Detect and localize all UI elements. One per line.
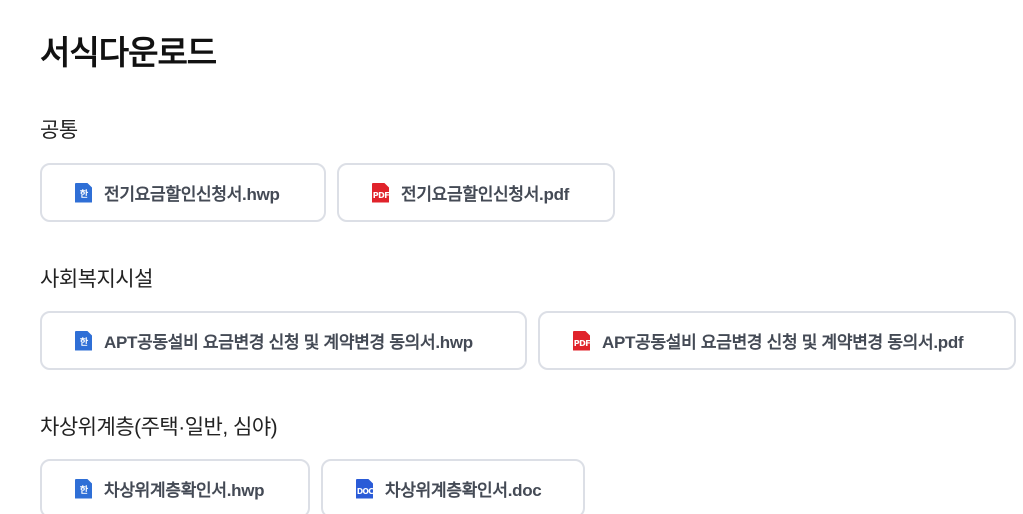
download-button-doc[interactable]: DOC 차상위계층확인서.doc [321,459,585,514]
doc-file-icon: DOC [355,478,375,499]
file-row-welfare-facility: 한 APT공동설비 요금변경 신청 및 계약변경 동의서.hwp PDF APT… [40,311,1016,370]
download-button-hwp[interactable]: 한 전기요금할인신청서.hwp [40,163,326,222]
file-row-near-poverty: 한 차상위계층확인서.hwp DOC 차상위계층확인서.doc [40,459,585,514]
pdf-file-icon: PDF [371,182,391,203]
download-button-label: 전기요금할인신청서.pdf [401,185,570,204]
download-button-label: 차상위계층확인서.doc [385,481,542,500]
download-button-pdf[interactable]: PDF APT공동설비 요금변경 신청 및 계약변경 동의서.pdf [538,311,1016,370]
download-button-label: APT공동설비 요금변경 신청 및 계약변경 동의서.pdf [602,333,964,352]
pdf-file-icon: PDF [572,330,592,351]
hwp-file-icon: 한 [74,182,94,203]
download-button-label: APT공동설비 요금변경 신청 및 계약변경 동의서.hwp [104,333,473,352]
download-button-hwp[interactable]: 한 APT공동설비 요금변경 신청 및 계약변경 동의서.hwp [40,311,527,370]
hwp-file-icon: 한 [74,330,94,351]
download-button-pdf[interactable]: PDF 전기요금할인신청서.pdf [337,163,615,222]
section-title-near-poverty: 차상위계층(주택·일반, 심야) [40,416,278,439]
file-row-common: 한 전기요금할인신청서.hwp PDF 전기요금할인신청서.pdf [40,163,615,222]
download-button-label: 차상위계층확인서.hwp [104,481,265,500]
form-download-panel: 서식다운로드 공통 한 전기요금할인신청서.hwp PDF 전기요금할인신청서.… [0,0,1023,514]
page-title: 서식다운로드 [40,34,217,71]
download-button-label: 전기요금할인신청서.hwp [104,185,280,204]
hwp-file-icon: 한 [74,478,94,499]
section-title-welfare-facility: 사회복지시설 [40,268,153,291]
download-button-hwp[interactable]: 한 차상위계층확인서.hwp [40,459,310,514]
section-title-common: 공통 [40,119,78,142]
